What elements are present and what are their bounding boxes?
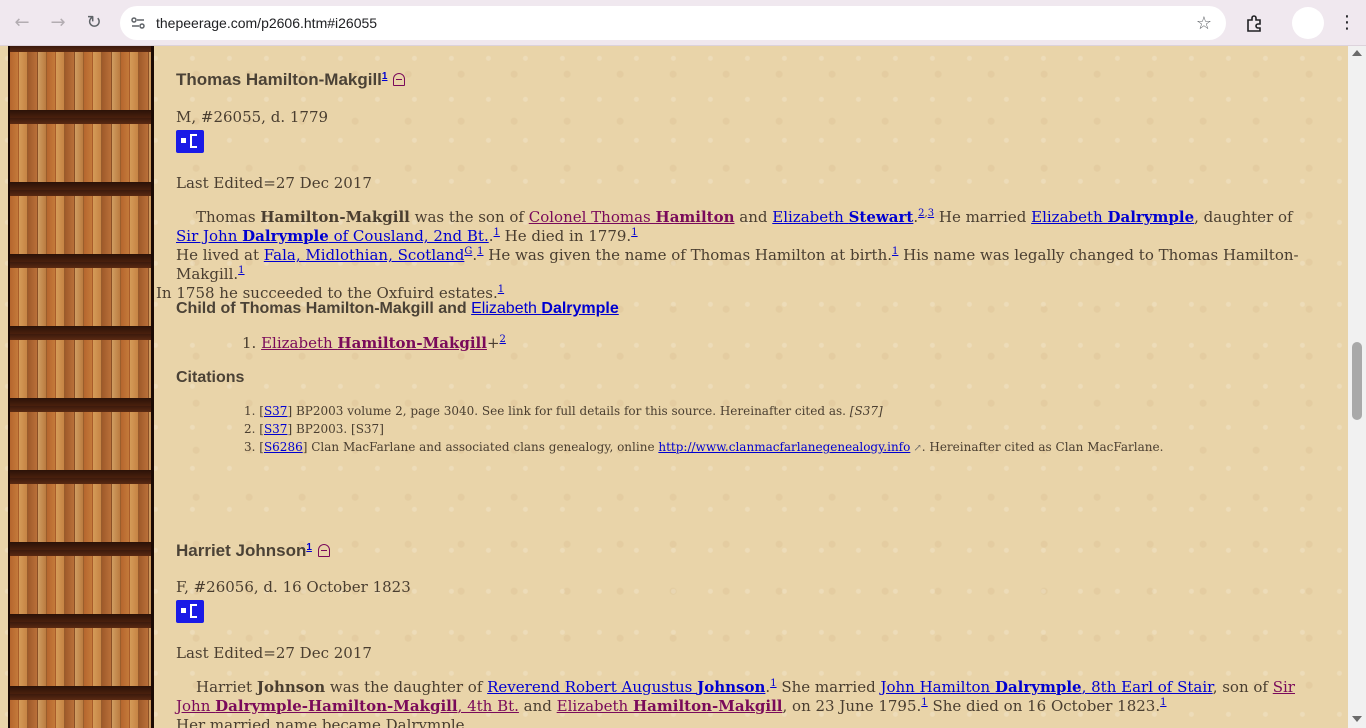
child-link[interactable]: Elizabeth Hamilton-Makgill [261,334,487,352]
family-tree-icon[interactable] [176,130,204,153]
kebab-menu-icon[interactable]: ⋮ [1338,12,1356,33]
text: was the son of [409,208,529,226]
surname: Hamilton-Makgill [260,208,410,226]
text: He lived at [176,246,264,264]
site-info-icon[interactable] [120,15,156,31]
source-link[interactable]: S6286 [264,440,303,454]
citation-link[interactable]: 1 [1160,697,1166,708]
text: He was given the name of Thomas Hamilton… [483,246,893,264]
citation-link[interactable]: 1 [382,71,388,82]
citation-link[interactable]: 2 [918,208,924,219]
extensions-icon[interactable] [1240,9,1268,37]
citation-link[interactable]: 1 [498,284,504,295]
spouse-link[interactable]: Elizabeth Dalrymple [1031,208,1194,226]
scrollbar-thumb[interactable] [1352,342,1362,420]
forward-arrow-icon[interactable]: → [40,5,76,41]
children-heading: Child of Thomas Hamilton-Makgill and Eli… [176,300,619,317]
citation-link[interactable]: 2 [500,334,506,345]
text: was the daughter of [325,678,488,696]
back-arrow-icon[interactable]: ← [4,5,40,41]
last-edited: Last Edited=27 Dec 2017 [176,174,372,192]
father-in-law-link[interactable]: Sir John Dalrymple of Cousland, 2nd Bt. [176,227,489,245]
source-link[interactable]: S37 [264,422,288,436]
last-edited: Last Edited=27 Dec 2017 [176,644,372,662]
spouse-link[interactable]: John Hamilton Dalrymple, 8th Earl of Sta… [880,678,1212,696]
external-link-icon: ↗ [913,443,922,454]
citations-heading: Citations [176,369,245,386]
biography-paragraph: Thomas Hamilton-Makgill was the son of C… [156,208,1299,302]
address-bar[interactable]: thepeerage.com/p2606.htm#i26055 ☆ [120,5,1226,40]
page-viewport: Thomas Hamilton-Makgill1 M, #26055, d. 1… [0,46,1366,728]
bookshelf-decoration [8,46,154,728]
biography-paragraph: Harriet Johnson was the daughter of Reve… [176,678,1316,728]
citation-link[interactable]: 1 [631,227,637,238]
text: and [518,697,557,715]
person-name: Harriet Johnson [176,541,307,560]
glossary-link[interactable]: G [464,246,472,257]
text: , daughter of [1194,208,1293,226]
wife-link[interactable]: Elizabeth Dalrymple [471,300,619,317]
surname: Johnson [256,678,326,696]
vertical-scrollbar[interactable] [1348,46,1366,728]
person-meta: M, #26055, d. 1779 [176,108,329,126]
father-link[interactable]: Reverend Robert Augustus Johnson [487,678,765,696]
url-text: thepeerage.com/p2606.htm#i26055 [156,14,378,31]
mother-in-law-link[interactable]: Elizabeth Hamilton-Makgill [557,697,783,715]
profile-avatar[interactable] [1292,6,1324,39]
citation-item: 2. [S37] BP2003. [S37] [244,422,384,436]
reload-icon[interactable]: ↻ [76,5,112,41]
person-name: Thomas Hamilton-Makgill [176,70,382,89]
source-link[interactable]: S37 [264,404,288,418]
gravestone-icon[interactable] [393,73,406,86]
person-heading: Thomas Hamilton-Makgill1 [176,70,406,89]
text: and [734,208,773,226]
text: Harriet [196,678,257,696]
scroll-up-arrow-icon[interactable] [1352,50,1362,56]
text: He died in 1779. [499,227,632,245]
scroll-down-arrow-icon[interactable] [1352,716,1362,722]
external-link[interactable]: http://www.clanmacfarlanegenealogy.info [658,440,910,454]
mother-link[interactable]: Elizabeth Stewart [772,208,913,226]
gravestone-icon[interactable] [317,544,330,557]
citation-item: 3. [S6286] Clan MacFarlane and associate… [244,440,1164,454]
citation-link[interactable]: 1 [238,265,244,276]
father-link[interactable]: Colonel Thomas Hamilton [529,208,735,226]
text: She married [776,678,881,696]
bookmark-star-icon[interactable]: ☆ [1196,13,1212,34]
list-item: 1. Elizabeth Hamilton-Makgill+2 [242,334,506,352]
text: , son of [1212,678,1273,696]
text: She died on 16 October 1823. [927,697,1161,715]
browser-toolbar: ← → ↻ thepeerage.com/p2606.htm#i26055 ☆ … [0,0,1366,46]
person-heading: Harriet Johnson1 [176,541,330,560]
citation-item: 1. [S37] BP2003 volume 2, page 3040. See… [244,404,883,418]
citation-link[interactable]: 1 [306,542,312,553]
family-tree-icon[interactable] [176,600,204,623]
text: Her married name became Dalrymple. [176,716,470,728]
text: , on 23 June 1795. [782,697,922,715]
text: Thomas [196,208,261,226]
text: He married [934,208,1032,226]
person-meta: F, #26056, d. 16 October 1823 [176,578,411,596]
place-link[interactable]: Fala, Midlothian, Scotland [264,246,465,264]
